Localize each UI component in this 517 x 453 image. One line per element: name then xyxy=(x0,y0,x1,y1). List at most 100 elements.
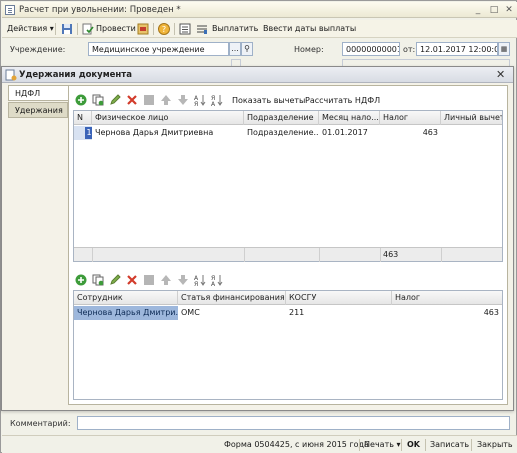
toolbar-separator xyxy=(55,23,56,35)
ok-button[interactable]: OK xyxy=(407,440,420,449)
dialog-title: Удержания документа xyxy=(19,70,132,80)
column-header[interactable]: Физическое лицо xyxy=(92,111,244,125)
svg-text:А: А xyxy=(211,281,216,286)
arrow-up-icon[interactable] xyxy=(160,94,172,106)
top-grid-toolbar: АЯ ЯА Показать вычеты Рассчитать НДФЛ xyxy=(69,91,509,109)
save-icon[interactable] xyxy=(61,23,73,35)
column-header[interactable]: Сотрудник xyxy=(74,291,178,305)
comment-field[interactable] xyxy=(77,416,510,430)
footer-bar: Форма 0504425, с июня 2015 года Печать ▾… xyxy=(2,435,517,453)
grid-divider xyxy=(92,248,93,262)
dialog-title-bar: Удержания документа ✕ xyxy=(2,67,513,83)
tab-deductions[interactable]: Удержания xyxy=(8,102,68,118)
actions-menu[interactable]: Действия ▾ xyxy=(7,24,54,33)
tab-ndfl[interactable]: НДФЛ xyxy=(8,85,68,101)
sort-asc-icon[interactable]: АЯ xyxy=(194,274,206,286)
toolbar-separator xyxy=(401,439,402,451)
save-button[interactable]: Записать xyxy=(430,440,469,449)
delete-icon[interactable] xyxy=(126,94,138,106)
institution-field[interactable]: Медицинское учреждение xyxy=(88,42,229,56)
svg-text:А: А xyxy=(211,101,216,106)
close-icon[interactable]: ✕ xyxy=(496,68,505,81)
calendar-icon[interactable]: ▦ xyxy=(498,42,510,56)
stop-icon[interactable] xyxy=(143,94,155,106)
delete-icon[interactable] xyxy=(126,274,138,286)
svg-text:Я: Я xyxy=(194,101,198,106)
arrow-down-icon[interactable] xyxy=(177,274,189,286)
pay-button[interactable]: Выплатить xyxy=(212,24,258,33)
svg-text:?: ? xyxy=(162,25,166,34)
main-title-bar: Расчет при увольнении: Проведен * _ □ ✕ xyxy=(2,2,517,18)
person-cell[interactable]: Чернова Дарья Дмитриевна xyxy=(92,126,244,140)
kosgu-cell[interactable]: 211 xyxy=(286,306,392,320)
ndfl-panel: АЯ ЯА Показать вычеты Рассчитать НДФЛ N … xyxy=(68,85,508,405)
pay-icon[interactable] xyxy=(196,23,208,35)
row-number-cell: 1 xyxy=(74,126,92,140)
column-header[interactable]: Налог xyxy=(380,111,441,125)
grid-divider xyxy=(441,248,442,262)
tax-month-cell[interactable]: 01.01.2017 xyxy=(319,126,380,140)
edit-icon[interactable] xyxy=(109,94,121,106)
division-cell[interactable]: Подразделение... xyxy=(244,126,319,140)
date-field[interactable]: 12.01.2017 12:00:00 xyxy=(416,42,498,56)
edit-icon[interactable] xyxy=(109,274,121,286)
toolbar-separator xyxy=(77,23,78,35)
date-label: от: xyxy=(403,45,416,54)
bottom-grid: Сотрудник Статья финансирования КОСГУ На… xyxy=(73,290,503,400)
financing-cell[interactable]: ОМС xyxy=(178,306,286,320)
column-header[interactable]: Личный вычет xyxy=(441,111,502,125)
post-button[interactable]: Провести xyxy=(96,24,136,33)
table-row[interactable]: 1 Чернова Дарья Дмитриевна Подразделение… xyxy=(74,126,502,140)
column-header[interactable]: Подразделение xyxy=(244,111,319,125)
toolbar-separator xyxy=(359,439,360,451)
column-header[interactable]: N xyxy=(74,111,92,125)
maximize-button[interactable]: □ xyxy=(488,5,500,16)
sort-asc-icon[interactable]: АЯ xyxy=(194,94,206,106)
toolbar-separator xyxy=(174,23,175,35)
bottom-grid-toolbar: АЯ ЯА xyxy=(69,271,509,289)
total-tax: 463 xyxy=(383,250,399,259)
close-window-button[interactable]: ✕ xyxy=(503,5,515,16)
grid-divider xyxy=(244,248,245,262)
calc-ndfl-button[interactable]: Рассчитать НДФЛ xyxy=(305,96,380,105)
stop-icon[interactable] xyxy=(143,274,155,286)
arrow-up-icon[interactable] xyxy=(160,274,172,286)
column-header[interactable]: Статья финансирования xyxy=(178,291,286,305)
add-icon[interactable] xyxy=(75,94,87,106)
ellipsis-icon[interactable]: ... xyxy=(229,42,241,56)
toolbar-separator xyxy=(153,23,154,35)
pay-dates-button[interactable]: Ввести даты выплаты xyxy=(263,24,356,33)
print-label: Печать xyxy=(364,440,394,449)
document-icon xyxy=(5,5,15,15)
personal-deduction-cell[interactable] xyxy=(441,126,502,140)
sort-desc-icon[interactable]: ЯА xyxy=(211,274,223,286)
add-icon[interactable] xyxy=(75,274,87,286)
dialog-document-icon xyxy=(5,69,17,81)
employee-cell[interactable]: Чернова Дарья Дмитри... xyxy=(74,306,178,320)
top-grid: N Физическое лицо Подразделение Месяц на… xyxy=(73,110,503,262)
toolbar-separator xyxy=(425,439,426,451)
print-menu[interactable]: Печать ▾ xyxy=(364,440,401,449)
table-row[interactable]: Чернова Дарья Дмитри... ОМС 211 463 xyxy=(74,306,502,320)
sort-desc-icon[interactable]: ЯА xyxy=(211,94,223,106)
bottom-grid-header: Сотрудник Статья финансирования КОСГУ На… xyxy=(74,291,502,305)
show-deductions-button[interactable]: Показать вычеты xyxy=(232,96,305,105)
form-version-link[interactable]: Форма 0504425, с июня 2015 года xyxy=(224,440,369,449)
number-field[interactable]: 00000000001 xyxy=(342,42,400,56)
grid-divider xyxy=(319,248,320,262)
copy-icon[interactable] xyxy=(92,94,104,106)
column-header[interactable]: Налог xyxy=(392,291,502,305)
column-header[interactable]: Месяц нало... xyxy=(319,111,380,125)
tax-cell[interactable]: 463 xyxy=(392,306,502,320)
copy-icon[interactable] xyxy=(92,274,104,286)
tax-cell[interactable]: 463 xyxy=(380,126,441,140)
help-icon[interactable]: ? xyxy=(158,23,170,35)
settings-icon[interactable] xyxy=(137,23,149,35)
post-icon[interactable] xyxy=(82,23,94,35)
column-header[interactable]: КОСГУ xyxy=(286,291,392,305)
list-icon[interactable] xyxy=(179,23,191,35)
close-button[interactable]: Закрыть xyxy=(477,440,513,449)
search-icon[interactable]: ⚲ xyxy=(241,42,253,56)
arrow-down-icon[interactable] xyxy=(177,94,189,106)
minimize-button[interactable]: _ xyxy=(472,5,484,16)
